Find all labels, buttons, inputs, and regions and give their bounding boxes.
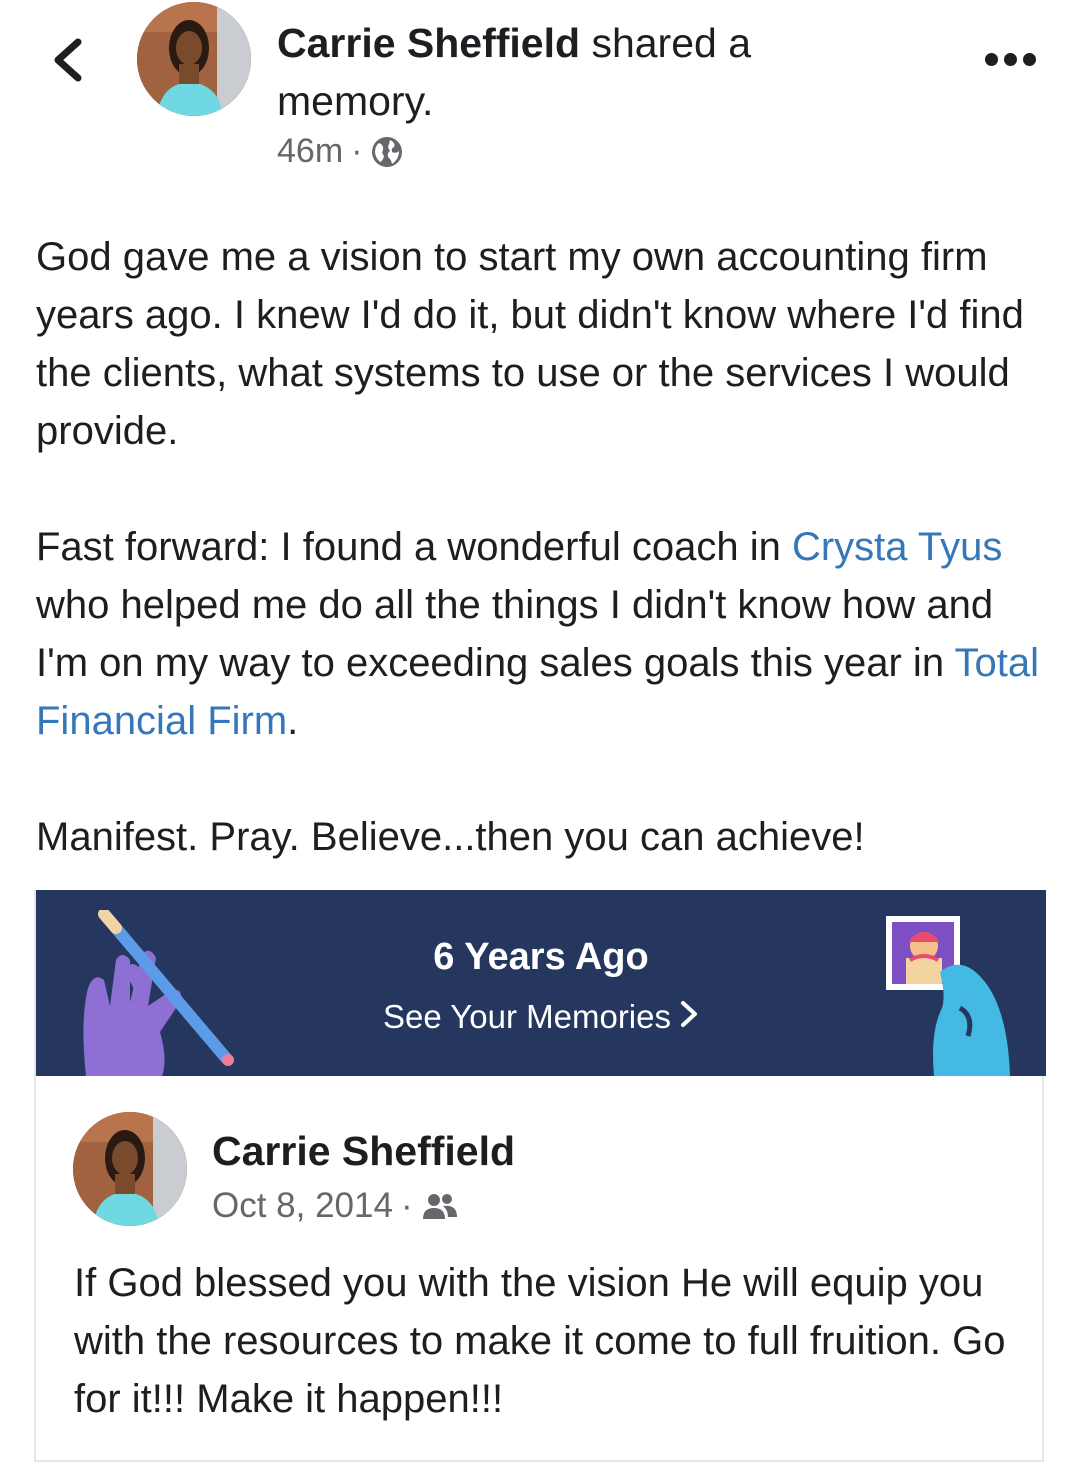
post-meta: 46m ·: [277, 132, 404, 171]
more-horizontal-icon: [985, 52, 998, 66]
chevron-left-icon: [54, 38, 82, 82]
author-avatar[interactable]: [137, 2, 251, 116]
post-text: who helped me do all the things I didn't…: [36, 583, 994, 685]
post-paragraph-3: Manifest. Pray. Believe...then you can a…: [36, 815, 865, 859]
memory-title: 6 Years Ago: [433, 936, 649, 978]
back-button[interactable]: [44, 30, 94, 90]
friends-icon: [422, 1194, 457, 1219]
shared-post-text: If God blessed you with the vision He wi…: [74, 1261, 1006, 1421]
post-paragraph-2: Fast forward: I found a wonderful coach …: [36, 518, 1046, 750]
post-header: Carrie Sheffield shared a memory.: [277, 14, 877, 130]
shared-post-date[interactable]: Oct 8, 2014: [212, 1186, 393, 1226]
post-time[interactable]: 46m: [277, 132, 343, 171]
post-body: God gave me a vision to start my own acc…: [36, 228, 1046, 866]
shared-author-name[interactable]: Carrie Sheffield: [212, 1128, 515, 1175]
memory-banner[interactable]: 6 Years Ago See Your Memories: [36, 890, 1046, 1076]
chevron-right-icon: [679, 998, 699, 1036]
more-options-button[interactable]: [985, 48, 1037, 70]
post-paragraph-1: God gave me a vision to start my own acc…: [36, 235, 1024, 453]
action-text-1: shared a: [591, 20, 752, 66]
see-memories-label: See Your Memories: [383, 998, 671, 1035]
shared-post-meta: Oct 8, 2014 ·: [212, 1186, 459, 1226]
hand-pencil-illustration: [83, 910, 234, 1076]
tag-link-crysta-tyus[interactable]: Crysta Tyus: [792, 525, 1002, 569]
post-text: Fast forward: I found a wonderful coach …: [36, 525, 792, 569]
meta-separator: ·: [400, 1186, 413, 1225]
action-text-2: memory.: [277, 78, 434, 124]
globe-icon: [372, 136, 403, 167]
see-memories-link[interactable]: See Your Memories: [36, 998, 1046, 1036]
post-view: Carrie Sheffield shared a memory. 46m · …: [0, 0, 1079, 1468]
header-line-1: Carrie Sheffield shared a: [277, 14, 877, 72]
memory-card[interactable]: 6 Years Ago See Your Memories Carrie She…: [34, 890, 1046, 1462]
shared-author-avatar[interactable]: [73, 1112, 187, 1226]
post-text: .: [287, 699, 299, 743]
meta-separator: ·: [351, 132, 363, 170]
author-name[interactable]: Carrie Sheffield: [277, 20, 580, 66]
